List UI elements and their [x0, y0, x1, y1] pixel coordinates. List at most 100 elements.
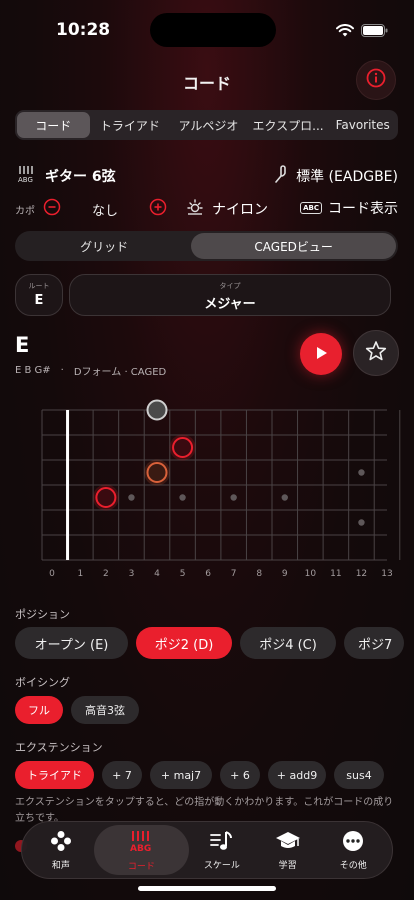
home-indicator	[138, 886, 276, 891]
extension-triad[interactable]: トライアド	[15, 761, 94, 789]
tab-caged-view[interactable]: CAGEDビュー	[191, 233, 397, 259]
capo-value: なし	[91, 203, 118, 219]
root-selector[interactable]: ルート E	[15, 274, 63, 316]
sun-icon	[186, 198, 204, 220]
fretboard-diagram[interactable]: 0 1 2 3 4 5 6 7 8 9 10 11 12 13	[0, 395, 414, 590]
fret-number-label: 1	[77, 569, 83, 579]
capo-control: カポ なし	[15, 198, 167, 220]
tab-chord[interactable]: コード	[17, 112, 90, 138]
wifi-icon	[336, 22, 354, 41]
extension-6[interactable]: + 6	[220, 761, 260, 789]
fret-marker	[230, 494, 237, 501]
tab-explore[interactable]: エクスプロ...	[247, 112, 330, 138]
guitar-strings-icon: ABG	[17, 165, 37, 187]
tab-chords-label: コード	[127, 861, 155, 872]
fret-number-label: 12	[356, 569, 367, 579]
extension-add9[interactable]: + add9	[268, 761, 326, 789]
voicing-top3[interactable]: 高音3弦	[71, 696, 139, 724]
fret-number-label: 3	[129, 569, 135, 579]
harmony-icon	[50, 830, 72, 855]
chord-name: E	[15, 333, 30, 357]
positions-list: オープン (E) ポジ2 (D) ポジ4 (C) ポジ7	[15, 627, 404, 659]
tab-more[interactable]: その他	[320, 825, 386, 875]
svg-text:ABG: ABG	[18, 176, 33, 183]
dynamic-island	[150, 13, 276, 47]
fret-number-label: 11	[330, 569, 341, 579]
note-dot[interactable]	[172, 437, 194, 458]
graduation-cap-icon	[275, 830, 301, 855]
star-icon	[365, 340, 387, 366]
voicing-title: ボイシング	[15, 676, 70, 689]
extension-7[interactable]: + 7	[102, 761, 142, 789]
play-icon	[314, 345, 328, 364]
fret-marker	[358, 519, 365, 526]
extensions-list: トライアド + 7 + maj7 + 6 + add9 sus4	[15, 761, 384, 789]
info-button[interactable]	[356, 60, 396, 100]
tab-learn-label: 学習	[278, 860, 297, 871]
tab-chords[interactable]: ABG コード	[93, 825, 190, 875]
tab-scale-label: スケール	[203, 860, 240, 871]
note-dot[interactable]	[146, 399, 168, 421]
scale-icon	[210, 830, 234, 855]
chord-notes: E B G#	[15, 365, 51, 376]
note-dot[interactable]	[146, 462, 168, 483]
fret-number-label: 10	[305, 569, 317, 579]
note-dot[interactable]	[95, 487, 117, 508]
instrument-label: ギター 6弦	[45, 169, 116, 185]
tuning-label: 標準 (EADGBE)	[296, 169, 398, 185]
battery-icon	[361, 22, 388, 41]
fret-number-label: 6	[205, 569, 211, 579]
capo-increase-button[interactable]	[149, 198, 167, 220]
fret-marker	[179, 494, 186, 501]
position-4[interactable]: ポジ4 (C)	[240, 627, 336, 659]
root-caption: ルート	[28, 282, 50, 290]
info-icon	[366, 68, 386, 92]
tab-learn[interactable]: 学習	[255, 825, 321, 875]
fret-number-label: 8	[256, 569, 262, 579]
tab-harmony[interactable]: 和声	[28, 825, 94, 875]
chord-form: Dフォーム · CAGED	[73, 367, 167, 378]
tab-grid[interactable]: グリッド	[17, 233, 191, 259]
play-button[interactable]	[300, 333, 342, 375]
fret-marker	[281, 494, 288, 501]
type-value: メジャー	[204, 297, 256, 312]
position-2[interactable]: ポジ2 (D)	[136, 627, 232, 659]
fret-number-label: 5	[180, 569, 186, 579]
string-type-label: ナイロン	[212, 202, 268, 218]
type-selector[interactable]: タイプ メジャー	[69, 274, 391, 316]
mode-tabs: コード トライアド アルペジオ エクスプロ... Favorites	[15, 110, 398, 140]
svg-text:ABG: ABG	[130, 844, 151, 853]
fret-number-label: 2	[103, 569, 109, 579]
fret-marker	[128, 494, 135, 501]
type-caption: タイプ	[219, 282, 241, 290]
chord-display-toggle[interactable]: ABC コード表示	[300, 198, 398, 218]
tab-favorites[interactable]: Favorites	[329, 112, 396, 138]
capo-decrease-button[interactable]	[43, 198, 61, 220]
voicing-list: フル 高音3弦	[15, 696, 139, 724]
tuning-selector[interactable]: 標準 (EADGBE)	[272, 165, 398, 187]
tab-scale[interactable]: スケール	[189, 825, 255, 875]
chord-subtitle: E B G# · Dフォーム · CAGED	[15, 363, 166, 378]
voicing-full[interactable]: フル	[15, 696, 63, 724]
tab-arpeggio[interactable]: アルペジオ	[170, 112, 247, 138]
string-type-selector[interactable]: ナイロン	[186, 198, 268, 220]
position-7[interactable]: ポジ7	[344, 627, 404, 659]
extension-maj7[interactable]: + maj7	[150, 761, 212, 789]
fret-number-label: 0	[49, 569, 55, 579]
tuning-fork-icon	[272, 165, 288, 187]
status-icons	[336, 22, 388, 41]
more-icon	[342, 830, 364, 855]
extension-sus4[interactable]: sus4	[334, 761, 384, 789]
tab-more-label: その他	[339, 860, 367, 871]
status-time: 10:28	[56, 20, 111, 40]
instrument-selector[interactable]: ABG ギター 6弦	[17, 165, 116, 187]
tab-harmony-label: 和声	[51, 860, 70, 871]
position-open[interactable]: オープン (E)	[15, 627, 128, 659]
capo-label: カポ	[15, 205, 35, 217]
root-value: E	[34, 293, 44, 308]
tab-triad[interactable]: トライアド	[90, 112, 171, 138]
favorite-button[interactable]	[353, 330, 399, 376]
fret-marker	[358, 469, 365, 476]
fret-number-label: 4	[154, 569, 160, 579]
extensions-title: エクステンション	[15, 741, 103, 754]
